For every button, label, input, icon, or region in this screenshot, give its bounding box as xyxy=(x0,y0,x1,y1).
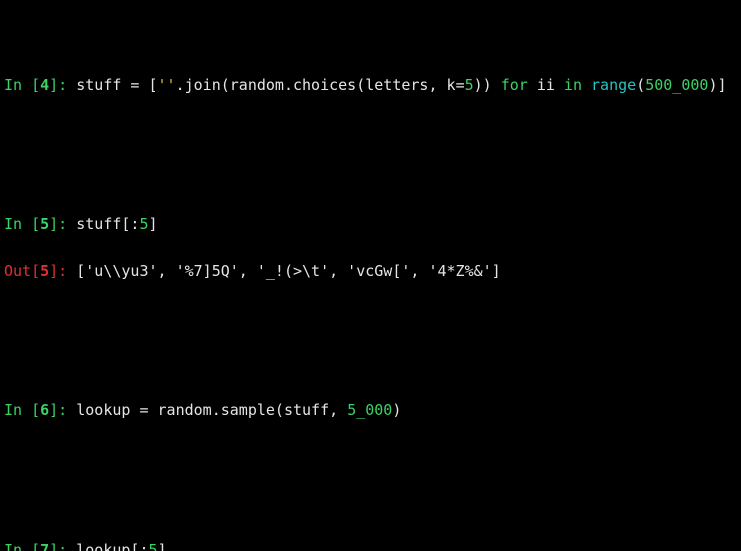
code-token: stuff[: xyxy=(76,215,139,233)
in-prompt-num: 6 xyxy=(40,401,49,419)
blank-line xyxy=(4,120,737,143)
code-token: = xyxy=(130,401,157,419)
in-prompt: In [ xyxy=(4,541,40,551)
cell-in-7: In [7]: lookup[:5] xyxy=(4,539,737,551)
blank-line xyxy=(4,306,737,329)
code-token: stuff xyxy=(76,76,121,94)
code-token: ( xyxy=(636,76,645,94)
cell-in-4: In [4]: stuff = [''.join(random.choices(… xyxy=(4,74,737,97)
in-prompt-num: 4 xyxy=(40,76,49,94)
out-prompt-num: 5 xyxy=(40,262,49,280)
code-token: lookup xyxy=(76,401,130,419)
code-keyword: in xyxy=(555,76,591,94)
output-text: ['u\\yu3', '%7]5Q', '_!(>\t', 'vcGw[', '… xyxy=(76,262,500,280)
out-prompt-close: ]: xyxy=(49,262,76,280)
code-number: 5 xyxy=(465,76,474,94)
code-number: 500_000 xyxy=(645,76,708,94)
in-prompt-close: ]: xyxy=(49,215,76,233)
in-prompt: In [ xyxy=(4,76,40,94)
blank-line xyxy=(4,446,737,469)
cell-out-5: Out[5]: ['u\\yu3', '%7]5Q', '_!(>\t', 'v… xyxy=(4,260,737,283)
code-token: ] xyxy=(158,541,167,551)
code-token: lookup[: xyxy=(76,541,148,551)
code-token: = xyxy=(121,76,148,94)
in-prompt: In [ xyxy=(4,401,40,419)
cell-in-6: In [6]: lookup = random.sample(stuff, 5_… xyxy=(4,399,737,422)
code-token: ii xyxy=(537,76,555,94)
code-string: '' xyxy=(158,76,176,94)
code-keyword: for xyxy=(492,76,537,94)
code-token: [ xyxy=(149,76,158,94)
code-call: range xyxy=(591,76,636,94)
code-token: random.sample(stuff, xyxy=(158,401,348,419)
code-token: = xyxy=(456,76,465,94)
ipython-terminal[interactable]: In [4]: stuff = [''.join(random.choices(… xyxy=(0,0,741,551)
out-prompt: Out[ xyxy=(4,262,40,280)
in-prompt-close: ]: xyxy=(49,541,76,551)
in-prompt-num: 5 xyxy=(40,215,49,233)
in-prompt-num: 7 xyxy=(40,541,49,551)
code-number: 5 xyxy=(149,541,158,551)
in-prompt-close: ]: xyxy=(49,76,76,94)
in-prompt-close: ]: xyxy=(49,401,76,419)
code-token: )) xyxy=(474,76,492,94)
code-number: 5 xyxy=(139,215,148,233)
code-token: ] xyxy=(149,215,158,233)
cell-in-5: In [5]: stuff[:5] xyxy=(4,213,737,236)
code-token: ) xyxy=(392,401,401,419)
code-token: )] xyxy=(708,76,726,94)
code-number: 5_000 xyxy=(347,401,392,419)
in-prompt: In [ xyxy=(4,215,40,233)
code-token: .join(random.choices(letters, k xyxy=(176,76,456,94)
